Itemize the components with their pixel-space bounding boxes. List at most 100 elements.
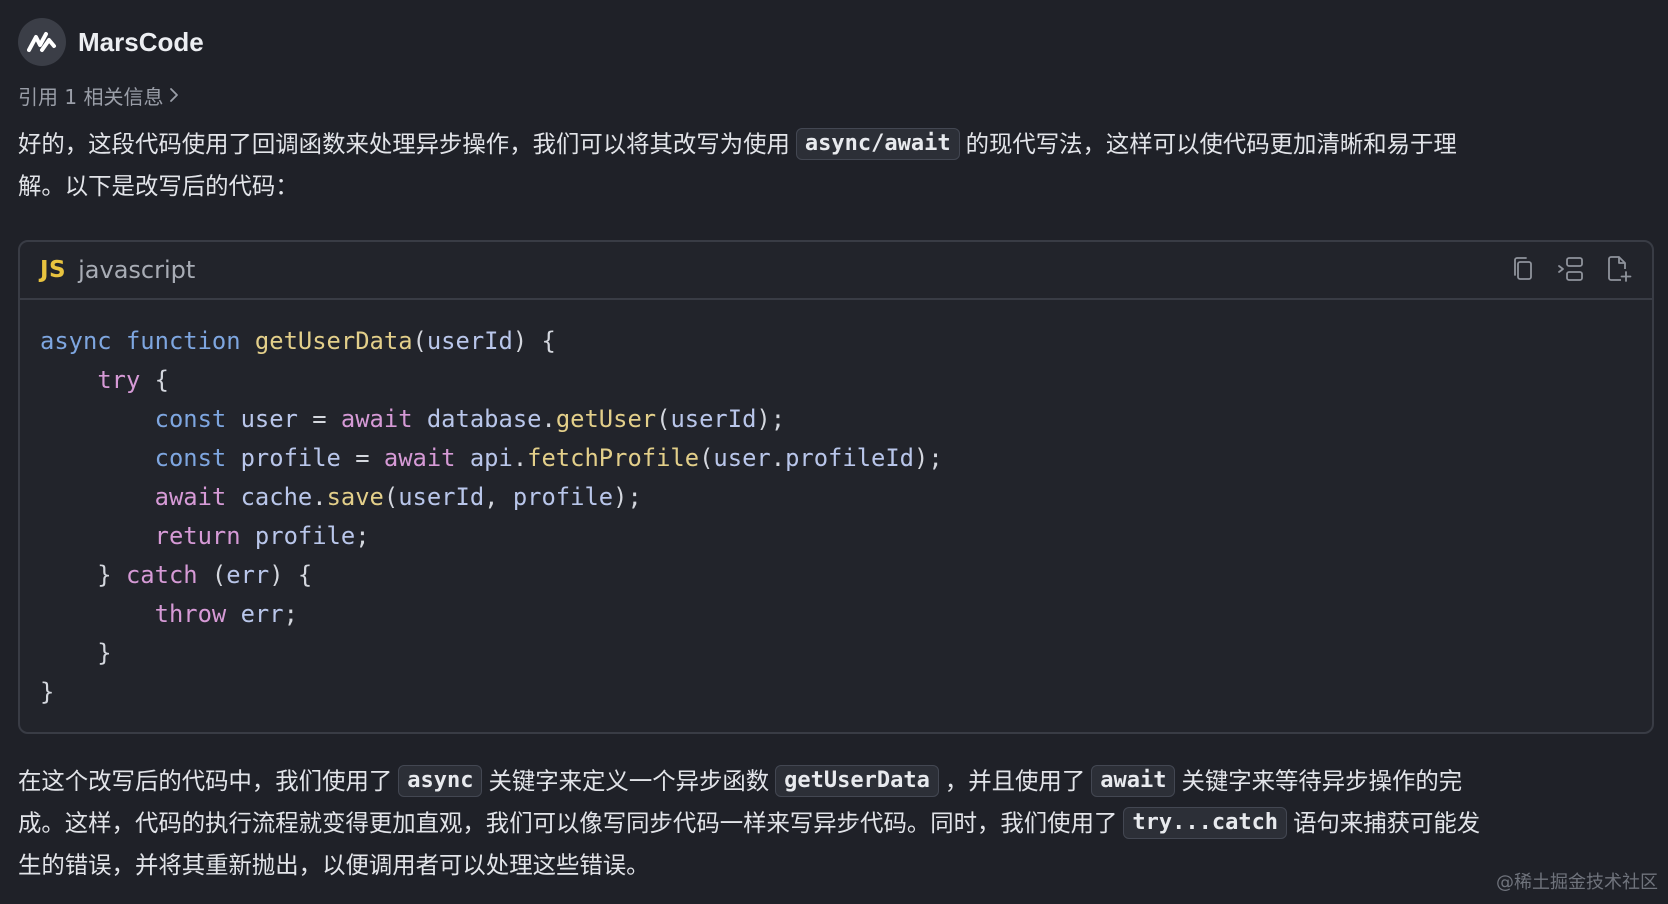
code-token: const xyxy=(154,405,227,433)
intro-line-2: 解。以下是改写后的代码： xyxy=(18,172,299,200)
chevron-right-icon xyxy=(170,88,179,102)
code-token: getUserData xyxy=(254,327,413,355)
explanation-text: 成。这样，代码的执行流程就变得更加直观，我们可以像写同步代码一样来写异步代码。同… xyxy=(18,809,1118,837)
explanation-line-3: 生的错误，并将其重新抛出，以便调用者可以处理这些错误。 xyxy=(18,851,650,879)
code-token: { xyxy=(140,366,169,394)
code-token: profile xyxy=(254,522,356,550)
watermark: @稀土掘金技术社区 xyxy=(1496,872,1658,893)
code-token: . xyxy=(541,405,556,433)
explanation-text: 在这个改写后的代码中，我们使用了 xyxy=(18,767,393,795)
code-token: userId xyxy=(670,405,757,433)
code-tools xyxy=(1508,254,1634,284)
code-line: async function getUserData(userId) { xyxy=(40,322,1652,361)
code-block: JS javascript async function getUserData… xyxy=(18,240,1654,734)
code-token: ( xyxy=(197,561,227,589)
code-token: await xyxy=(383,444,456,472)
code-token: = xyxy=(297,405,341,433)
code-line: throw err; xyxy=(40,595,1652,634)
inline-code: getUserData xyxy=(775,765,939,797)
insert-icon[interactable] xyxy=(1556,254,1586,284)
code-token: userId xyxy=(398,483,485,511)
code-line: } xyxy=(40,634,1652,673)
intro-line-1: 好的，这段代码使用了回调函数来处理异步操作，我们可以将其改写为使用 async/a… xyxy=(18,123,1648,165)
code-token: userId xyxy=(426,327,513,355)
code-token: ( xyxy=(699,444,714,472)
explanation-line-2: 成。这样，代码的执行流程就变得更加直观，我们可以像写同步代码一样来写异步代码。同… xyxy=(18,802,1648,844)
code-token: user xyxy=(240,405,298,433)
code-token: ) { xyxy=(269,561,313,589)
code-block-header: JS javascript xyxy=(20,242,1652,300)
code-token: err xyxy=(226,561,270,589)
intro-text: 的现代写法，这样可以使代码更加清晰和易于理 xyxy=(965,130,1457,158)
message-header: MarsCode xyxy=(18,18,204,66)
code-token: profile xyxy=(512,483,614,511)
code-token: await xyxy=(340,405,413,433)
code-line: } xyxy=(40,673,1652,712)
code-token: return xyxy=(154,522,241,550)
language-label: javascript xyxy=(78,256,196,284)
references-label: 引用 1 相关信息 xyxy=(18,84,164,109)
explanation-paragraph: 在这个改写后的代码中，我们使用了 async 关键字来定义一个异步函数 getUser… xyxy=(18,760,1648,886)
inline-code: async/await xyxy=(795,128,960,160)
code-token: throw xyxy=(154,600,227,628)
references-link[interactable]: 引用 1 相关信息 xyxy=(18,80,179,110)
explanation-text: 语句来捕获可能发 xyxy=(1293,809,1481,837)
intro-paragraph: 好的，这段代码使用了回调函数来处理异步操作，我们可以将其改写为使用 async/a… xyxy=(18,123,1648,207)
code-token: database xyxy=(426,405,542,433)
code-token: ( xyxy=(412,327,427,355)
explanation-line-1: 在这个改写后的代码中，我们使用了 async 关键字来定义一个异步函数 getUser… xyxy=(18,760,1648,802)
code-token: } xyxy=(40,561,126,589)
code-token: ); xyxy=(613,483,642,511)
code-token: ( xyxy=(383,483,399,511)
code-token: ( xyxy=(656,405,671,433)
code-line: const user = await database.getUser(user… xyxy=(40,400,1652,439)
code-token: save xyxy=(326,483,384,511)
code-token: function xyxy=(125,327,241,355)
code-token: } xyxy=(40,678,55,706)
code-token: . xyxy=(312,483,327,511)
code-token: getUser xyxy=(555,405,657,433)
marscode-logo-icon xyxy=(18,18,66,66)
copy-icon[interactable] xyxy=(1508,254,1538,284)
code-token: . xyxy=(770,444,786,472)
code-content[interactable]: async function getUserData(userId) { try… xyxy=(20,300,1652,712)
code-token: , xyxy=(484,483,513,511)
code-token: ; xyxy=(283,600,298,628)
code-line: return profile; xyxy=(40,517,1652,556)
code-token: const xyxy=(154,444,227,472)
code-token: err xyxy=(240,600,284,628)
code-token: await xyxy=(154,483,227,511)
new-file-icon[interactable] xyxy=(1604,254,1634,284)
inline-code: try...catch xyxy=(1123,807,1288,839)
intro-text: 好的，这段代码使用了回调函数来处理异步操作，我们可以将其改写为使用 xyxy=(18,130,790,158)
code-token: ); xyxy=(914,444,943,472)
code-token: ); xyxy=(756,405,786,433)
code-token: ) { xyxy=(512,327,556,355)
code-line: } catch (err) { xyxy=(40,556,1652,595)
inline-code: async xyxy=(398,765,483,797)
code-token: api xyxy=(469,444,513,472)
inline-code: await xyxy=(1091,765,1176,797)
code-token: try xyxy=(97,366,141,394)
explanation-text: 关键字来等待异步操作的完 xyxy=(1181,767,1463,795)
explanation-text: 关键字来定义一个异步函数 xyxy=(488,767,770,795)
code-token: profile xyxy=(240,444,341,472)
code-token: fetchProfile xyxy=(527,444,700,472)
explanation-text: ，并且使用了 xyxy=(944,767,1086,795)
code-token: async xyxy=(40,327,112,355)
